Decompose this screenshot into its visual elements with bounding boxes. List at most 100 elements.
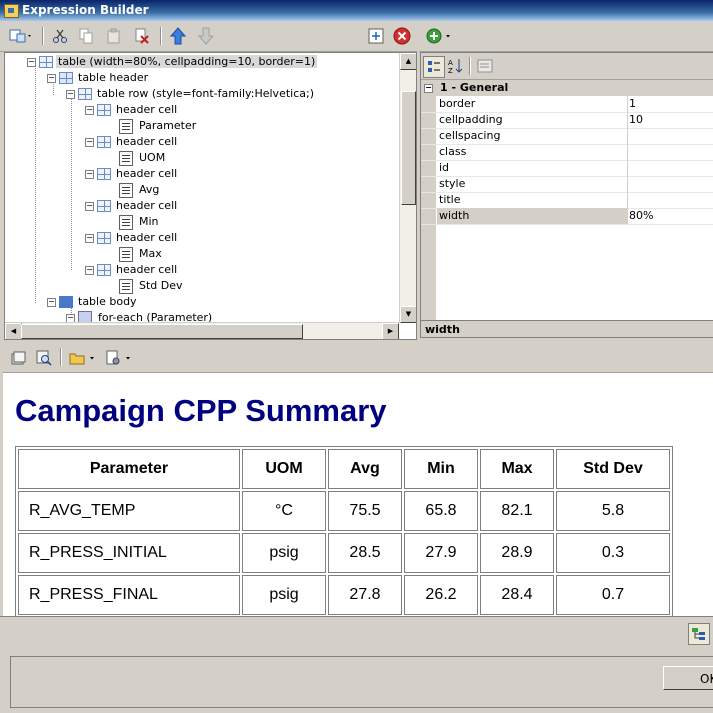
move-up-icon[interactable]: [168, 26, 188, 46]
scroll-right-icon[interactable]: ▶: [382, 323, 399, 339]
table-cell: R_PRESS_INITIAL: [18, 533, 240, 573]
table-row: R_AVG_TEMP °C 75.5 65.8 82.1 5.8: [18, 491, 670, 531]
delete-node-icon[interactable]: [132, 26, 152, 46]
table-cell: 28.4: [480, 575, 554, 615]
refresh-preview-icon[interactable]: [8, 348, 28, 368]
column-header: Parameter: [18, 449, 240, 489]
ok-button[interactable]: OK: [663, 666, 713, 690]
collapse-icon[interactable]: −: [85, 169, 94, 179]
tree-node-text[interactable]: Max: [119, 246, 164, 262]
collapse-icon[interactable]: −: [27, 57, 36, 67]
scroll-up-icon[interactable]: ▲: [400, 53, 416, 70]
collapse-icon[interactable]: −: [424, 83, 433, 93]
property-row-class[interactable]: class: [421, 144, 713, 161]
collapse-icon[interactable]: −: [47, 73, 56, 83]
scroll-thumb[interactable]: [401, 91, 416, 205]
scroll-left-icon[interactable]: ◀: [5, 323, 22, 339]
properties-grid-toolbar: AZ: [421, 53, 713, 80]
collapse-icon[interactable]: −: [85, 201, 94, 211]
tree-node-header-cell[interactable]: − header cell: [85, 102, 179, 118]
property-row-title[interactable]: title: [421, 192, 713, 209]
sort-alphabetical-icon[interactable]: AZ: [446, 56, 466, 76]
table-row: R_PRESS_INITIAL psig 28.5 27.9 28.9 0.3: [18, 533, 670, 573]
table-cell: 26.2: [404, 575, 478, 615]
table-header-row: Parameter UOM Avg Min Max Std Dev: [18, 449, 670, 489]
tree-vertical-scrollbar[interactable]: ▲ ▼: [399, 53, 416, 323]
collapse-icon[interactable]: −: [47, 297, 56, 307]
preview-search-icon[interactable]: [34, 348, 54, 368]
collapse-icon[interactable]: −: [85, 265, 94, 275]
tree-node-header-cell[interactable]: − header cell: [85, 262, 179, 278]
collapse-icon[interactable]: −: [85, 233, 94, 243]
table-cell: psig: [242, 575, 326, 615]
column-header: Min: [404, 449, 478, 489]
collapse-icon[interactable]: −: [66, 89, 75, 99]
tree-node-text[interactable]: Avg: [119, 182, 161, 198]
open-folder-icon[interactable]: [68, 348, 98, 368]
property-pages-icon[interactable]: [475, 56, 495, 76]
table-cell: 28.9: [480, 533, 554, 573]
property-row-border[interactable]: border 1: [421, 96, 713, 113]
tree-node-table-header[interactable]: − table header: [47, 70, 150, 86]
html-preview: Campaign CPP Summary Parameter UOM Avg M…: [3, 372, 713, 617]
text-icon: [119, 182, 133, 198]
table-cell: R_PRESS_FINAL: [18, 575, 240, 615]
collapse-icon[interactable]: −: [85, 105, 94, 115]
dialog-button-area: [10, 656, 713, 708]
page-settings-icon[interactable]: [104, 348, 134, 368]
scroll-down-icon[interactable]: ▼: [400, 306, 416, 323]
close-icon[interactable]: [392, 26, 412, 46]
tree-node-header-cell[interactable]: − header cell: [85, 134, 179, 150]
tree-node-table-body[interactable]: − table body: [47, 294, 139, 310]
column-header: Std Dev: [556, 449, 670, 489]
property-row-style[interactable]: style: [421, 176, 713, 193]
tree-node-table[interactable]: − table (width=80%, cellpadding=10, borde…: [27, 54, 318, 70]
table-cell: 5.8: [556, 491, 670, 531]
text-icon: [119, 150, 133, 166]
tree-horizontal-scrollbar[interactable]: ◀ ▶: [5, 322, 399, 339]
tree-toolbar: [0, 21, 417, 52]
tree-node-header-cell[interactable]: − header cell: [85, 166, 179, 182]
expand-view-icon[interactable]: [366, 26, 386, 46]
node-tree[interactable]: − table (width=80%, cellpadding=10, borde…: [4, 52, 417, 340]
header-cell-icon: [97, 200, 111, 212]
add-attribute-icon[interactable]: [425, 26, 455, 46]
tree-node-header-cell[interactable]: − header cell: [85, 198, 179, 214]
properties-grid: AZ −1 - General border 1 cellpadding 10 ce…: [420, 52, 713, 322]
cut-icon[interactable]: [50, 26, 70, 46]
copy-icon[interactable]: [76, 26, 96, 46]
table-cell: 0.7: [556, 575, 670, 615]
categorized-icon[interactable]: [423, 56, 445, 78]
paste-icon[interactable]: [104, 26, 124, 46]
tree-node-text[interactable]: Parameter: [119, 118, 198, 134]
table-cell: 82.1: [480, 491, 554, 531]
status-strip: [0, 616, 713, 653]
table-icon: [39, 56, 53, 68]
property-group-header[interactable]: −1 - General: [421, 80, 713, 96]
header-cell-icon: [97, 264, 111, 276]
title-bar: Expression Builder: [0, 0, 713, 21]
property-row-id[interactable]: id: [421, 160, 713, 177]
table-cell: 0.3: [556, 533, 670, 573]
window-title: Expression Builder: [22, 3, 149, 17]
property-row-cellpadding[interactable]: cellpadding 10: [421, 112, 713, 129]
tree-node-text[interactable]: UOM: [119, 150, 167, 166]
property-description: width: [420, 320, 713, 338]
report-heading: Campaign CPP Summary: [15, 393, 387, 428]
tree-node-table-row[interactable]: − table row (style=font-family:Helvetica;…: [66, 86, 316, 102]
tree-node-text[interactable]: Min: [119, 214, 161, 230]
add-node-icon[interactable]: [6, 26, 36, 46]
text-icon: [119, 214, 133, 230]
collapse-icon[interactable]: −: [85, 137, 94, 147]
tree-view-toggle-icon[interactable]: [688, 623, 710, 645]
column-header: Max: [480, 449, 554, 489]
property-row-width[interactable]: width 80%: [421, 208, 713, 225]
move-down-icon[interactable]: [196, 26, 216, 46]
table-cell: 28.5: [328, 533, 402, 573]
table-cell: 27.8: [328, 575, 402, 615]
property-row-cellspacing[interactable]: cellspacing: [421, 128, 713, 145]
scroll-thumb[interactable]: [21, 324, 303, 339]
tree-node-header-cell[interactable]: − header cell: [85, 230, 179, 246]
tree-node-text[interactable]: Std Dev: [119, 278, 185, 294]
text-icon: [119, 246, 133, 262]
